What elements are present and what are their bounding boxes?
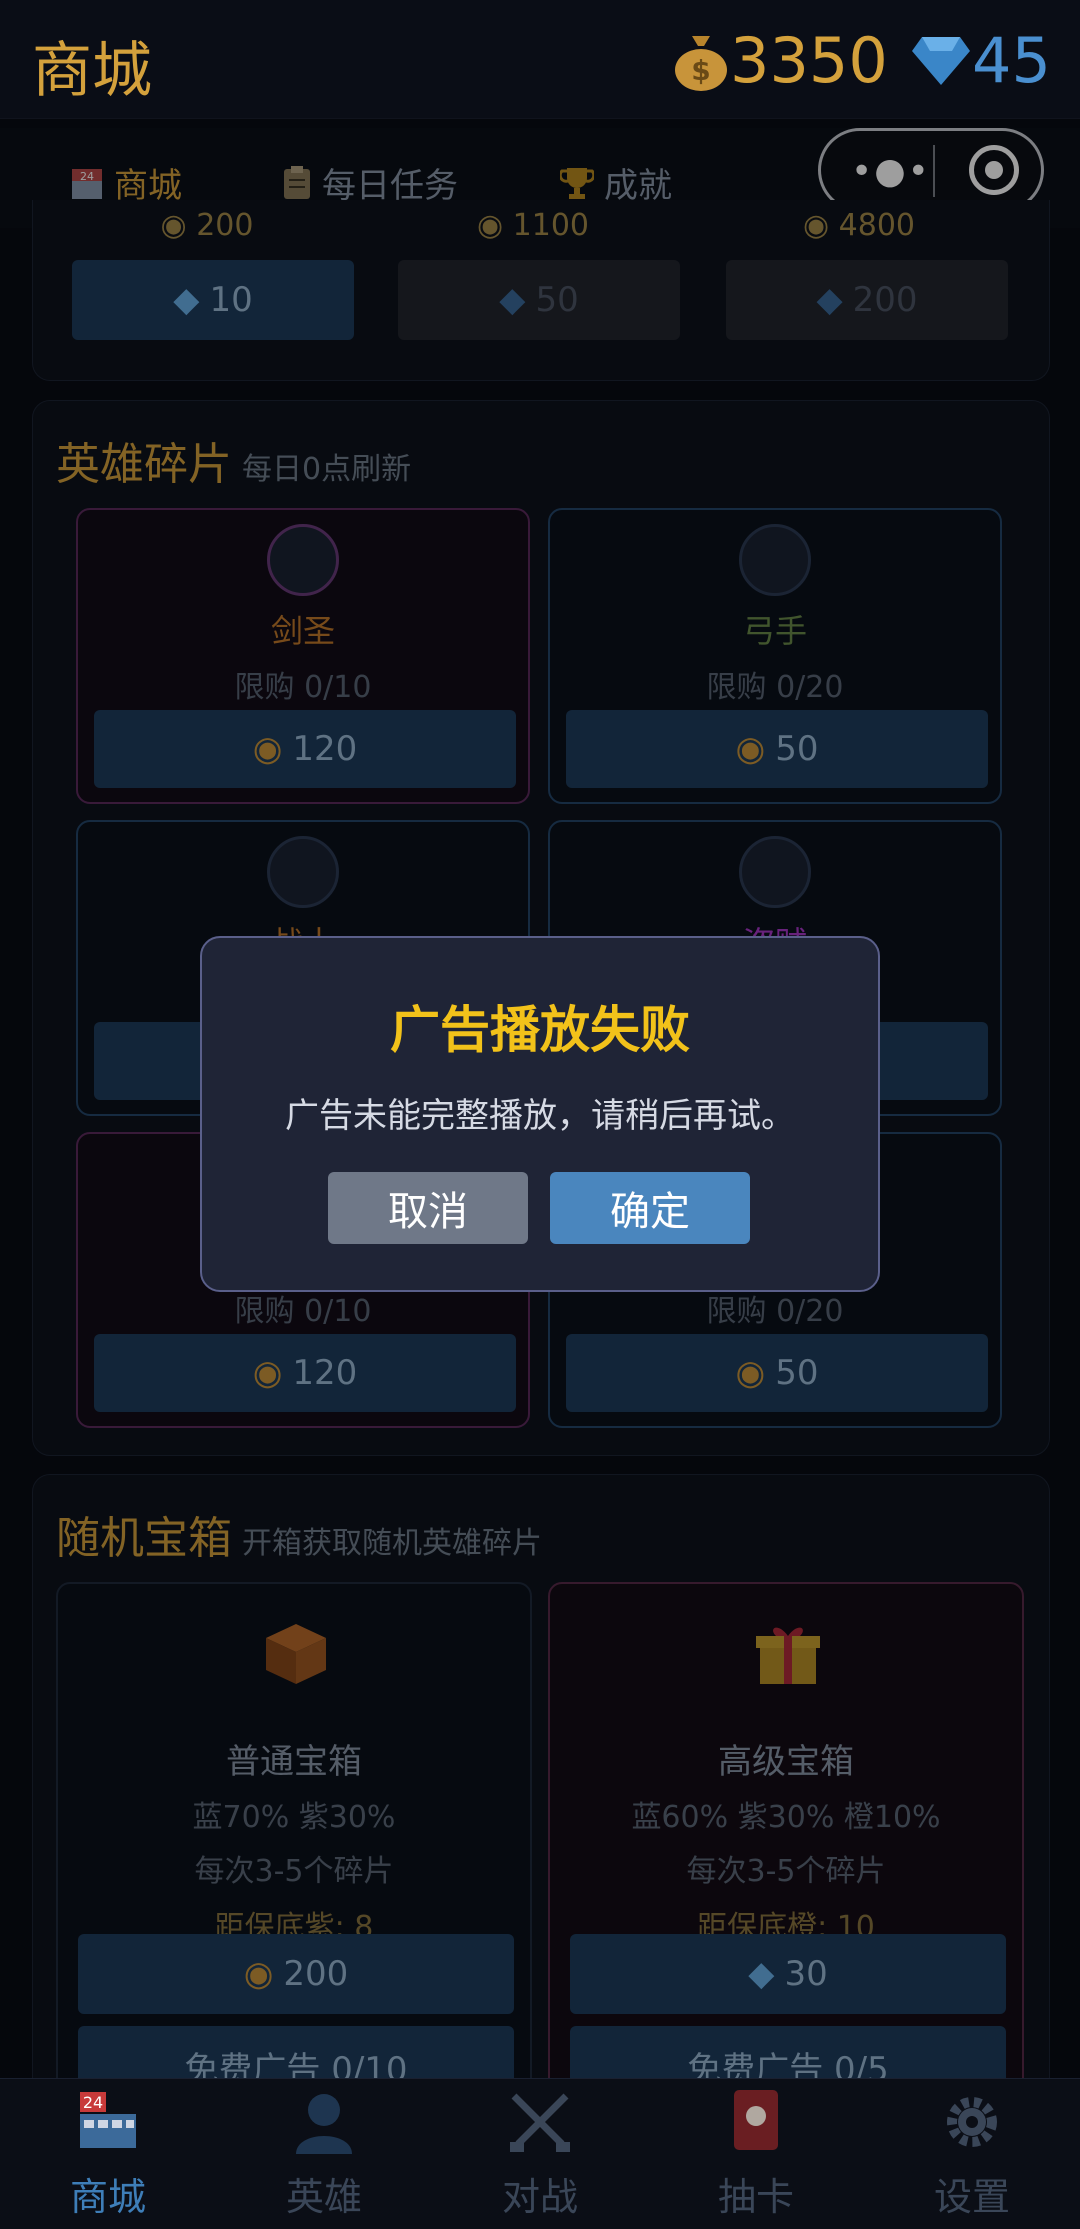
nav-label: 抽卡	[717, 2175, 794, 2219]
confirm-button[interactable]: 确定	[550, 1172, 750, 1244]
nav-label: 英雄	[285, 2175, 362, 2219]
nav-label: 对战	[501, 2175, 578, 2219]
nav-settings[interactable]: 设置	[864, 2088, 1080, 2221]
nav-shop[interactable]: 24 商城	[0, 2088, 216, 2221]
diamond-icon	[912, 36, 970, 85]
gem-balance: 45	[910, 24, 1051, 97]
nav-gacha[interactable]: 抽卡	[648, 2088, 864, 2221]
gem-amount: 45	[972, 24, 1051, 97]
nav-label: 商城	[69, 2175, 146, 2219]
ad-failed-dialog: 广告播放失败 广告未能完整播放，请稍后再试。 取消 确定	[200, 936, 880, 1292]
nav-heroes[interactable]: 英雄	[216, 2088, 432, 2221]
nav-label: 设置	[933, 2175, 1010, 2219]
hero-person-icon	[296, 2094, 352, 2154]
dialog-title: 广告播放失败	[390, 1001, 690, 1059]
shop-24-icon: 24	[80, 2092, 136, 2148]
gacha-card-icon	[734, 2090, 778, 2150]
coin-amount: 3350	[730, 24, 888, 97]
crossed-swords-icon	[510, 2093, 570, 2152]
svg-text:$: $	[691, 54, 710, 87]
nav-battle[interactable]: 对战	[432, 2088, 648, 2221]
cancel-button[interactable]: 取消	[328, 1172, 528, 1244]
coin-balance: $ 3350	[672, 24, 888, 97]
page-title: 商城	[32, 36, 152, 106]
dialog-message: 广告未能完整播放，请稍后再试。	[285, 1096, 795, 1136]
gear-icon	[947, 2097, 997, 2147]
money-bag-icon: $	[675, 35, 727, 91]
svg-text:24: 24	[83, 2093, 103, 2112]
